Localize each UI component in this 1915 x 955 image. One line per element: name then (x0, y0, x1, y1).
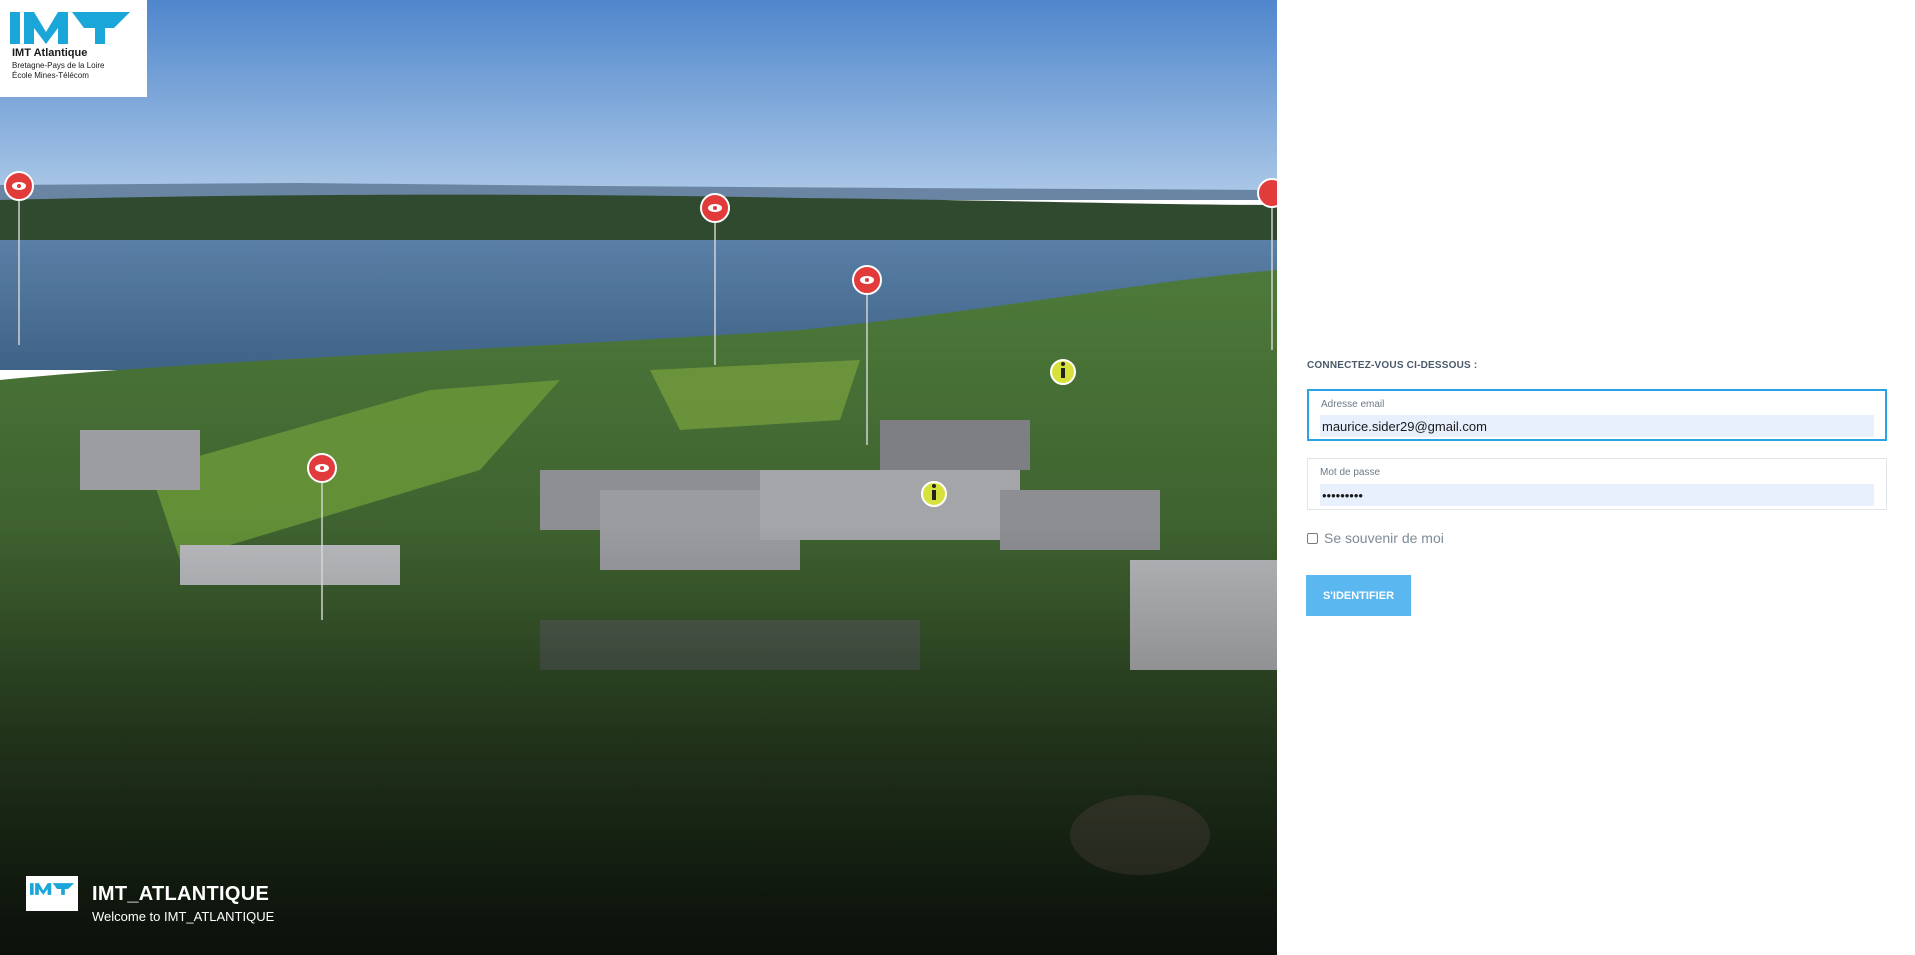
password-input[interactable] (1320, 484, 1874, 506)
hotspot-layer (4, 171, 1277, 620)
eye-pin-icon[interactable] (307, 453, 337, 620)
eye-pin-icon[interactable] (4, 171, 34, 345)
logo-subtitle: Bretagne-Pays de la Loire (12, 61, 105, 70)
brand-tagline: Welcome to IMT_ATLANTIQUE (92, 909, 275, 924)
info-icon[interactable] (921, 481, 947, 507)
password-field[interactable]: Mot de passe (1307, 458, 1887, 510)
email-input[interactable] (1320, 415, 1874, 437)
login-button[interactable]: S'IDENTIFIER (1306, 575, 1411, 616)
email-field[interactable]: Adresse email (1307, 389, 1887, 441)
logo-school: École Mines-Télécom (12, 71, 89, 80)
brand-block: IMT_ATLANTIQUE Welcome to IMT_ATLANTIQUE (26, 876, 274, 924)
info-icon[interactable] (1050, 359, 1076, 385)
remember-label[interactable]: Se souvenir de moi (1324, 530, 1444, 546)
password-label: Mot de passe (1320, 467, 1381, 478)
imt-logo-mark-icon (30, 883, 74, 895)
hero-panorama: IMT Atlantique Bretagne-Pays de la Loire… (0, 0, 1277, 955)
eye-pin-icon[interactable] (700, 193, 730, 365)
eye-pin-icon[interactable] (1257, 178, 1277, 350)
eye-pin-icon[interactable] (852, 265, 882, 445)
imt-logo-mark-icon (10, 12, 130, 44)
brand-name: IMT_ATLANTIQUE (92, 883, 270, 905)
email-label: Adresse email (1321, 399, 1385, 410)
remember-me[interactable]: Se souvenir de moi (1307, 530, 1444, 546)
login-panel: CONNECTEZ-VOUS CI-DESSOUS : Adresse emai… (1277, 0, 1915, 955)
logo-title: IMT Atlantique (12, 47, 88, 59)
imt-logo: IMT Atlantique Bretagne-Pays de la Loire… (0, 0, 147, 97)
login-heading: CONNECTEZ-VOUS CI-DESSOUS : (1307, 360, 1478, 371)
remember-checkbox[interactable] (1307, 532, 1318, 544)
brand-thumbnail-logo (26, 876, 78, 911)
